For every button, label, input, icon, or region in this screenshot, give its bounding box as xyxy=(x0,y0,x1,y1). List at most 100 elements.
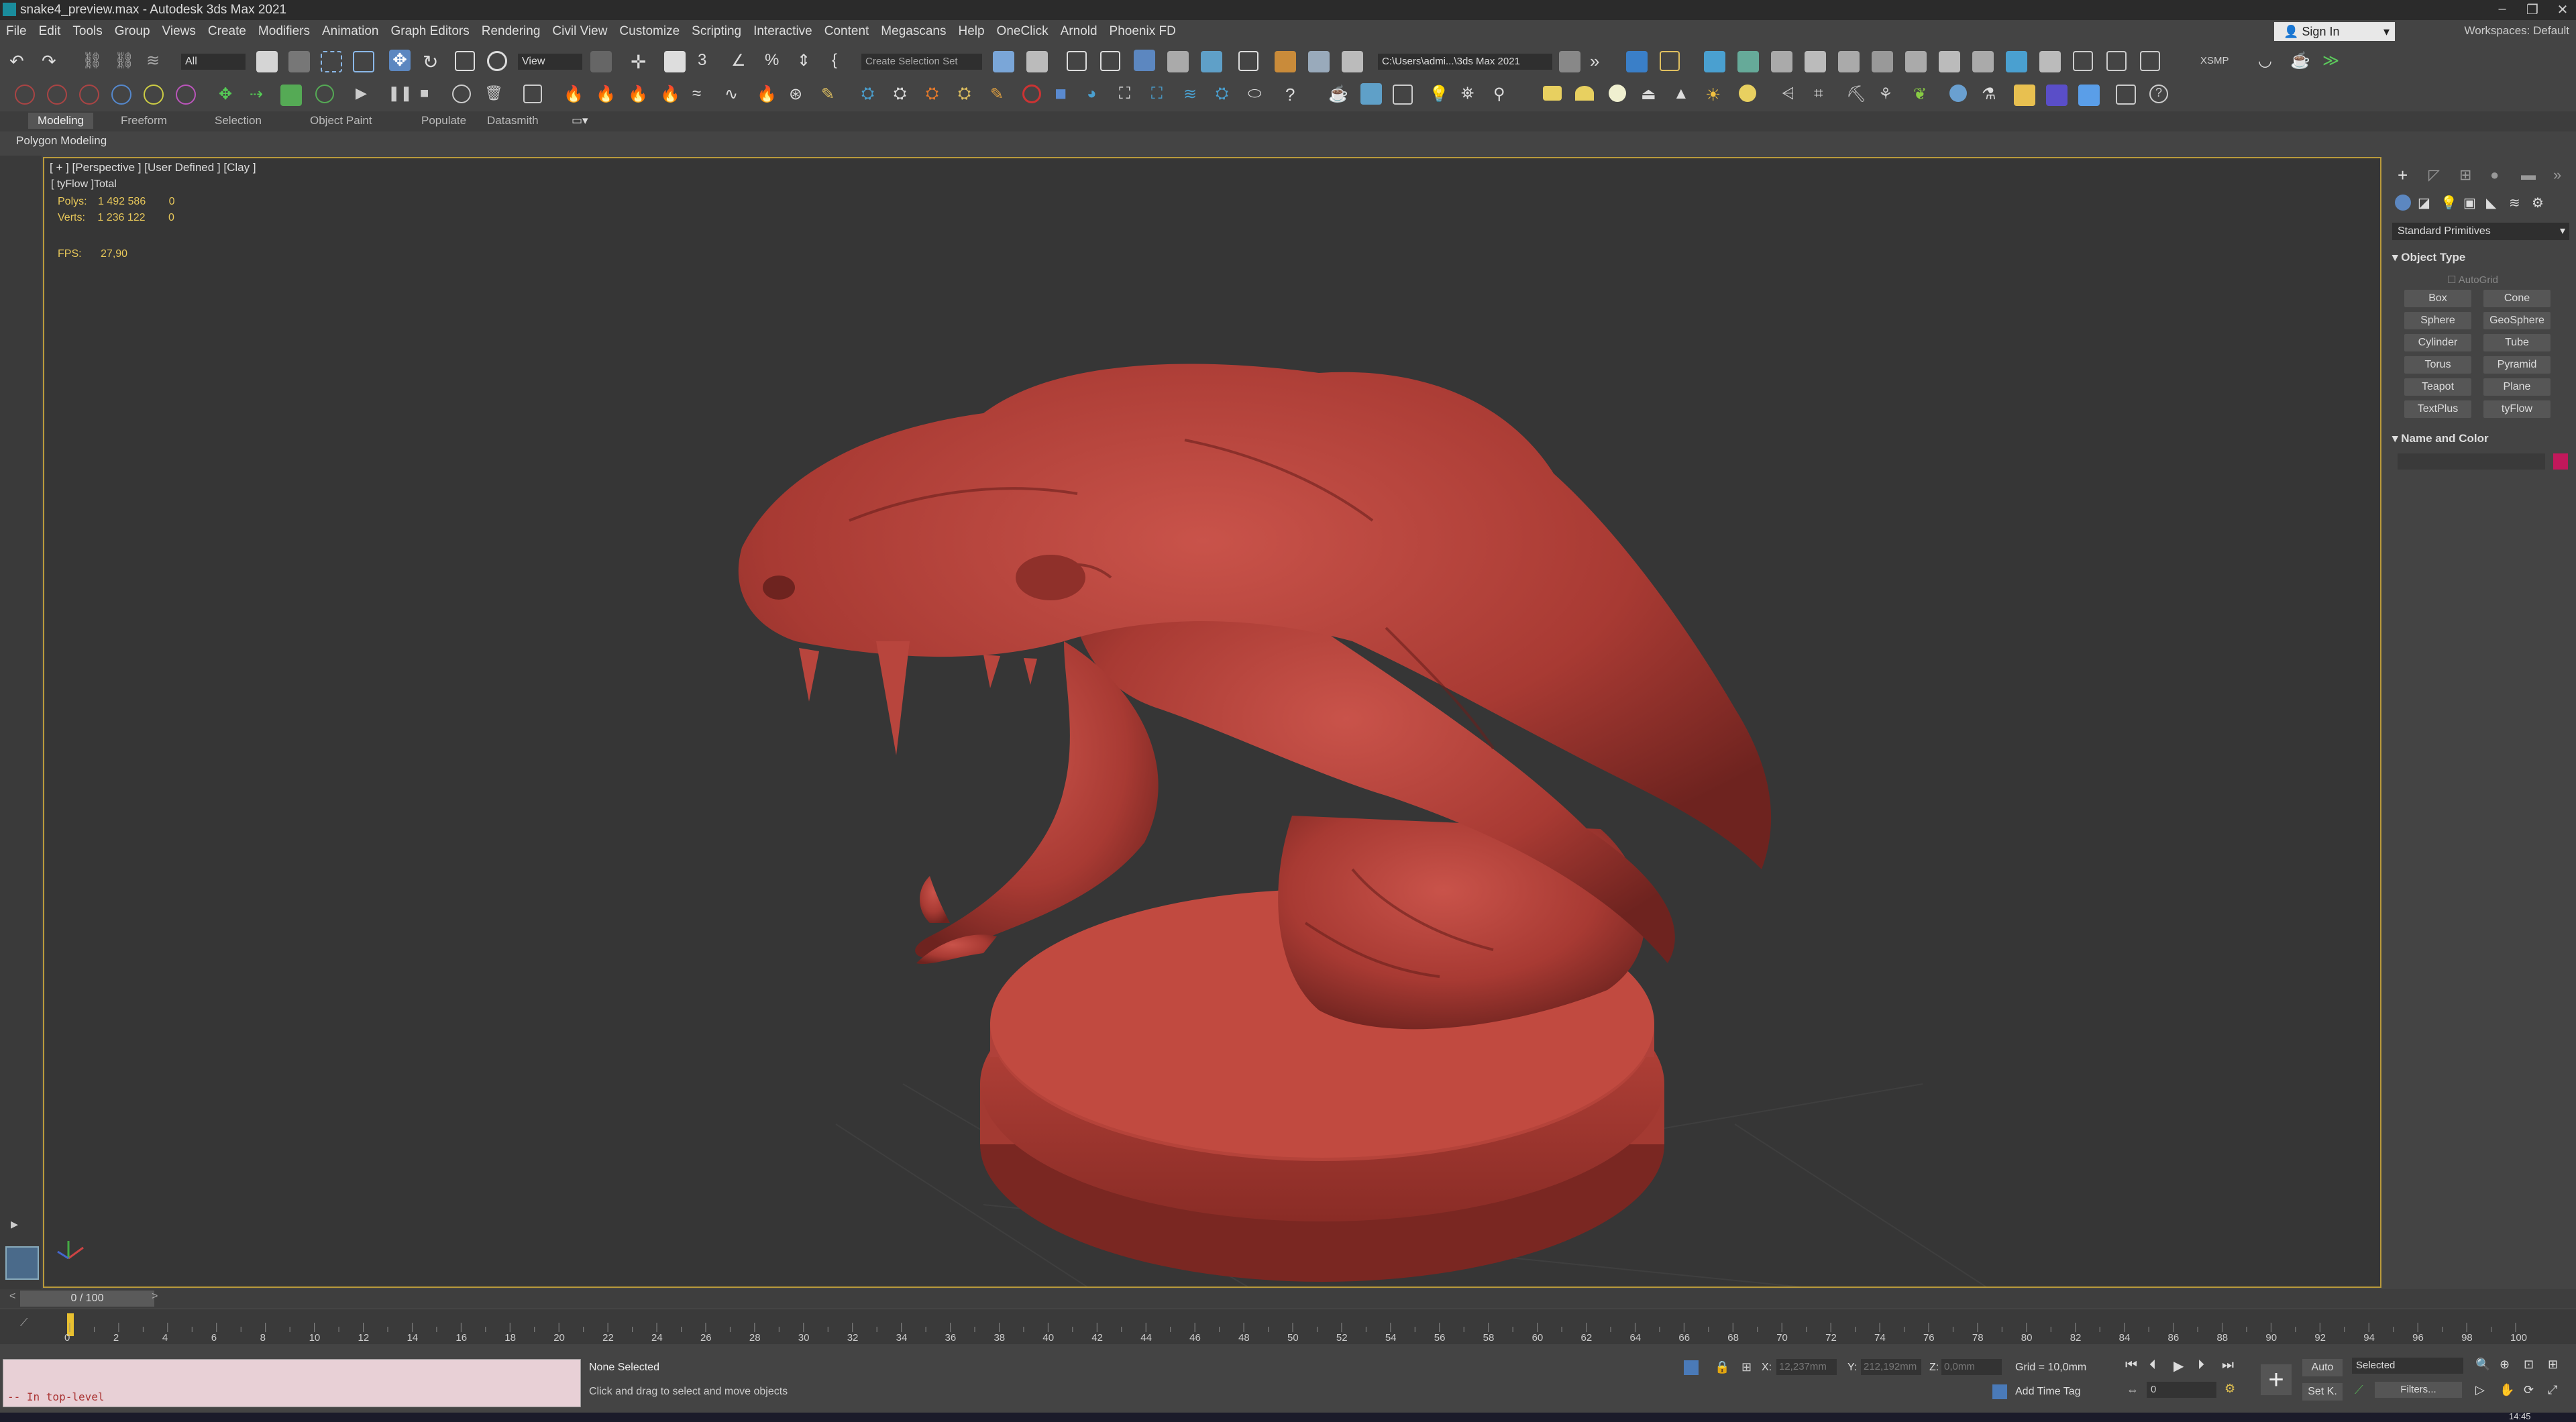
workspaces-dropdown[interactable]: Workspaces: Default xyxy=(2464,24,2569,38)
window-crossing-icon[interactable] xyxy=(353,51,374,72)
spinner-snap-icon[interactable]: ⇕ xyxy=(797,51,818,72)
tab-selection[interactable]: Selection xyxy=(215,114,262,127)
liquid-fill-icon[interactable]: ✎ xyxy=(990,85,1012,106)
camera-view-icon[interactable] xyxy=(1360,83,1382,105)
geometry-icon[interactable] xyxy=(2395,195,2411,211)
phoenix-light-icon[interactable] xyxy=(1838,51,1860,72)
primitive-category-dropdown[interactable]: Standard Primitives ▾ xyxy=(2392,223,2569,240)
dome-light-icon[interactable] xyxy=(1575,86,1594,101)
move-gizmo-icon[interactable]: ✥ xyxy=(219,85,240,106)
edit-named-selection-icon[interactable]: { xyxy=(832,51,853,72)
go-to-end-icon[interactable]: ⏭ xyxy=(2222,1358,2234,1373)
add-time-tag[interactable]: Add Time Tag xyxy=(2015,1386,2081,1398)
material-editor-icon[interactable] xyxy=(1238,51,1258,71)
teapot-icon[interactable]: ☕ xyxy=(1328,85,1350,106)
splash-icon[interactable]: ⛶ xyxy=(1151,85,1173,106)
menu-tools[interactable]: Tools xyxy=(66,20,108,43)
layer-explorer-icon[interactable] xyxy=(1100,51,1120,71)
material-ball-icon[interactable] xyxy=(1949,85,1967,102)
zoom-all-icon[interactable]: ⊕ xyxy=(2500,1358,2510,1372)
named-selection-dropdown[interactable]: Create Selection Set xyxy=(861,54,982,70)
align-icon[interactable] xyxy=(1026,51,1048,72)
notes-icon[interactable] xyxy=(1660,51,1680,71)
close-button[interactable]: ✕ xyxy=(2542,1,2576,19)
percent-snap-icon[interactable]: % xyxy=(765,51,786,72)
select-object-icon[interactable] xyxy=(256,51,278,72)
phoenix-liquid-icon[interactable] xyxy=(1771,51,1792,72)
hierarchy-tab-icon[interactable]: ⊞ xyxy=(2459,166,2471,184)
select-by-name-icon[interactable] xyxy=(288,51,310,72)
render-production-icon[interactable] xyxy=(1342,51,1363,72)
liquid-sim-icon[interactable]: ⛭ xyxy=(894,85,915,106)
coat-icon[interactable]: ⬭ xyxy=(1248,85,1269,106)
project-folder-icon[interactable] xyxy=(1559,51,1580,72)
phoenix-camera-icon[interactable] xyxy=(1872,51,1893,72)
reference-coordinate-dropdown[interactable]: View xyxy=(518,54,582,70)
menu-oneclick[interactable]: OneClick xyxy=(991,20,1055,43)
link-icon[interactable]: ⛓ xyxy=(82,51,103,72)
name-and-color-rollout[interactable]: ▾ Name and Color xyxy=(2392,432,2569,445)
menu-edit[interactable]: Edit xyxy=(33,20,67,43)
frame-icon[interactable] xyxy=(1393,85,1413,105)
project-folder-dropdown[interactable]: C:\Users\admi...\3ds Max 2021 xyxy=(1378,54,1552,70)
selection-filter-dropdown[interactable]: All xyxy=(181,54,246,70)
menu-civil-view[interactable]: Civil View xyxy=(546,20,613,43)
schematic-view-icon[interactable] xyxy=(1201,51,1222,72)
cameras-icon[interactable]: ▣ xyxy=(2463,195,2476,211)
fire-grid-icon[interactable]: 🔥 xyxy=(628,85,649,106)
menu-megascans[interactable]: Megascans xyxy=(875,20,952,43)
menu-help[interactable]: Help xyxy=(952,20,990,43)
pause-icon[interactable]: ❚❚ xyxy=(388,85,413,106)
fire-source-icon[interactable]: 🔥 xyxy=(564,85,585,106)
bind-space-warp-icon[interactable]: ≋ xyxy=(146,51,168,72)
redo-icon[interactable]: ↷ xyxy=(42,51,63,72)
menu-create[interactable]: Create xyxy=(202,20,252,43)
maximize-viewport-icon[interactable]: ⤢ xyxy=(2548,1383,2557,1397)
delete-cache-icon[interactable]: 🗑 xyxy=(484,85,506,106)
menu-views[interactable]: Views xyxy=(156,20,202,43)
sun-icon[interactable]: ☀ xyxy=(1705,85,1727,106)
viewport-grid-icon[interactable] xyxy=(2140,51,2160,71)
liquid-brush-icon[interactable]: ⛭ xyxy=(958,85,979,106)
turbulence-icon[interactable]: ∿ xyxy=(724,85,746,106)
axis-icon[interactable]: ⇢ xyxy=(250,85,271,106)
scatter-icon[interactable]: ❦ xyxy=(1913,85,1935,106)
select-and-rotate-icon[interactable]: ↻ xyxy=(423,51,444,72)
stop-icon[interactable]: ■ xyxy=(420,85,441,106)
time-tag-icon[interactable] xyxy=(1992,1384,2007,1399)
particle-icon[interactable] xyxy=(1704,51,1725,72)
phoenix-foam-icon[interactable] xyxy=(1972,51,1994,72)
plane-button[interactable]: Plane xyxy=(2483,378,2551,396)
expand-arrow-icon[interactable]: ▸ xyxy=(11,1215,18,1233)
snap-toggle-icon[interactable]: 3 xyxy=(698,51,719,72)
menu-animation[interactable]: Animation xyxy=(316,20,385,43)
utilities-tab-icon[interactable]: » xyxy=(2553,166,2561,184)
current-frame-field[interactable]: 0 xyxy=(2147,1382,2216,1398)
megascans-icon[interactable]: ≫ xyxy=(2322,51,2344,72)
ocean-icon[interactable]: ◼ xyxy=(1055,85,1076,106)
previous-key-icon[interactable]: ⏴ xyxy=(2149,1358,2156,1373)
clipper-icon[interactable]: ⚘ xyxy=(1878,85,1900,106)
create-tab-icon[interactable]: + xyxy=(2398,165,2408,186)
spot-light-icon[interactable]: ▲ xyxy=(1673,85,1695,106)
fire-sim-icon[interactable]: 🔥 xyxy=(596,85,617,106)
tab-datasmith[interactable]: Datasmith xyxy=(487,114,539,127)
fire-preset-icon[interactable]: 🔥 xyxy=(660,85,682,106)
scene-explorer-icon[interactable] xyxy=(1067,51,1087,71)
helpers-icon[interactable]: ◣ xyxy=(2486,195,2496,211)
viewport-maximize-icon[interactable] xyxy=(2106,51,2127,71)
keyboard-shortcut-override-icon[interactable] xyxy=(664,51,686,72)
polygon-modeling-panel[interactable]: Polygon Modeling xyxy=(16,134,107,148)
fur-icon[interactable]: ⩤ xyxy=(1782,85,1803,106)
wind-icon[interactable]: ≈ xyxy=(692,85,714,106)
material-lib-icon[interactable]: ⚗ xyxy=(1982,85,2003,106)
prev-frame-icon[interactable]: < xyxy=(9,1291,15,1303)
toggle-ribbon-icon[interactable] xyxy=(1134,50,1155,71)
angle-snap-icon[interactable]: ∠ xyxy=(731,51,753,72)
bulb-icon[interactable]: 💡 xyxy=(1429,85,1450,106)
key-mode-icon[interactable]: ⇔ xyxy=(2127,1383,2139,1397)
time-slider[interactable]: 0 / 100 xyxy=(20,1291,154,1307)
vortex-icon[interactable]: ⊛ xyxy=(789,85,810,106)
vray-icon-1[interactable] xyxy=(15,85,35,105)
z-coordinate-field[interactable]: 0,0mm xyxy=(1941,1359,2002,1375)
